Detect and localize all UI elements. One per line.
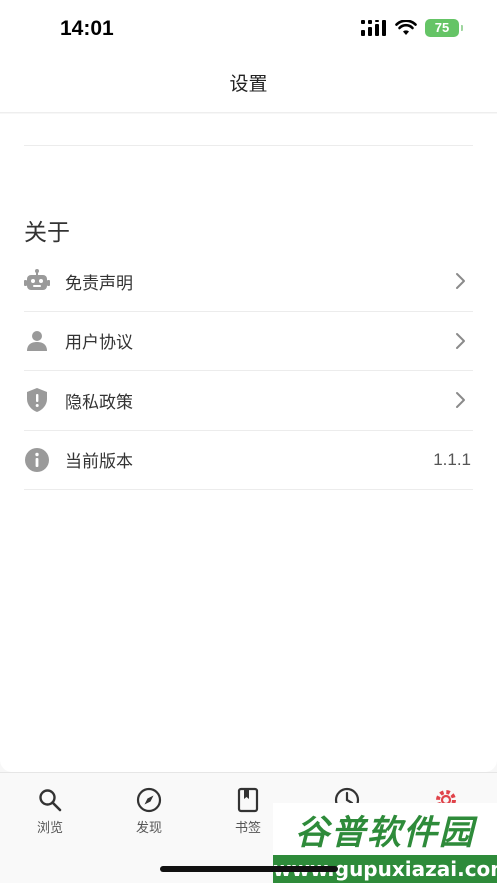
- status-bar: 14:01 75: [0, 0, 497, 60]
- wifi-icon: [395, 20, 417, 35]
- tab-discover[interactable]: 发现: [109, 787, 189, 836]
- battery-level: 75: [434, 20, 450, 35]
- status-icons: 75: [361, 19, 463, 37]
- page-title: 设置: [229, 74, 268, 95]
- tab-browse[interactable]: 浏览: [10, 787, 90, 836]
- search-icon: [39, 789, 62, 812]
- navigation-bar: 设置: [0, 60, 497, 113]
- about-list: 免责声明 用户协议 隐私政策 当前版本 1.1.1: [24, 252, 473, 490]
- robot-icon: [24, 268, 50, 294]
- status-time: 14:01: [60, 17, 114, 40]
- home-indicator[interactable]: [160, 866, 338, 872]
- compass-icon: [136, 787, 162, 813]
- watermark-title: 谷普软件园: [295, 814, 475, 852]
- privacy-policy-row[interactable]: 隐私政策: [24, 371, 473, 431]
- user-agreement-row[interactable]: 用户协议: [24, 312, 473, 371]
- divider: [24, 145, 473, 146]
- battery-icon: 75: [425, 19, 463, 37]
- chevron-right-icon: [456, 392, 465, 409]
- book-icon: [237, 787, 259, 813]
- info-icon: [24, 447, 50, 473]
- current-version-label: 当前版本: [65, 452, 133, 472]
- disclaimer-row[interactable]: 免责声明: [24, 252, 473, 312]
- settings-content: 关于 免责声明 用户协议 隐私政策 当前版本 1.1.1: [0, 114, 497, 772]
- person-icon: [24, 328, 50, 354]
- current-version-row: 当前版本 1.1.1: [24, 431, 473, 490]
- tab-discover-label: 发现: [135, 820, 162, 835]
- disclaimer-label: 免责声明: [65, 273, 133, 293]
- tab-browse-label: 浏览: [36, 820, 63, 835]
- chevron-right-icon: [456, 273, 465, 290]
- cellular-signal-icon: [361, 20, 386, 36]
- section-title-about: 关于: [24, 219, 70, 245]
- shield-icon: [24, 387, 50, 413]
- version-value: 1.1.1: [433, 449, 471, 469]
- privacy-policy-label: 隐私政策: [65, 392, 133, 412]
- user-agreement-label: 用户协议: [65, 333, 133, 353]
- chevron-right-icon: [456, 332, 465, 349]
